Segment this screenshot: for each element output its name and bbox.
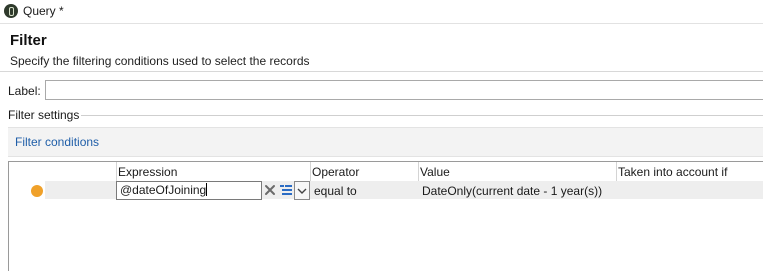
text-caret [206,183,208,196]
expression-editor-icon [280,185,292,195]
expression-editor-button[interactable] [279,183,293,197]
filter-conditions-link[interactable]: Filter conditions [15,135,99,149]
status-dot-icon [31,185,43,197]
column-separator [418,162,419,182]
column-separator [616,162,617,182]
expression-dropdown-button[interactable] [294,181,310,200]
app-icon [4,4,18,18]
window-title: Query * [23,4,64,18]
column-header-taken-into-account-if[interactable]: Taken into account if [618,165,727,179]
column-separator [116,162,117,182]
filter-settings-heading: Filter settings [8,108,82,122]
filter-conditions-panel [8,127,763,157]
chevron-down-icon [297,188,307,194]
close-icon [265,185,275,195]
group-divider [80,115,763,116]
clear-expression-button[interactable] [263,183,277,197]
expression-input[interactable]: @dateOfJoining [116,181,262,200]
window-titlebar [0,0,763,24]
page-subtitle: Specify the filtering conditions used to… [10,54,310,68]
value-cell[interactable]: DateOnly(current date - 1 year(s)) [422,184,602,198]
column-header-operator[interactable]: Operator [312,165,359,179]
expression-input-value: @dateOfJoining [120,183,207,197]
operator-cell[interactable]: equal to [314,184,357,198]
label-input[interactable] [45,80,763,100]
page-title: Filter [10,32,47,49]
column-separator [310,162,311,182]
column-header-value[interactable]: Value [420,165,450,179]
label-field-label: Label: [8,84,41,98]
column-header-expression[interactable]: Expression [118,165,177,179]
